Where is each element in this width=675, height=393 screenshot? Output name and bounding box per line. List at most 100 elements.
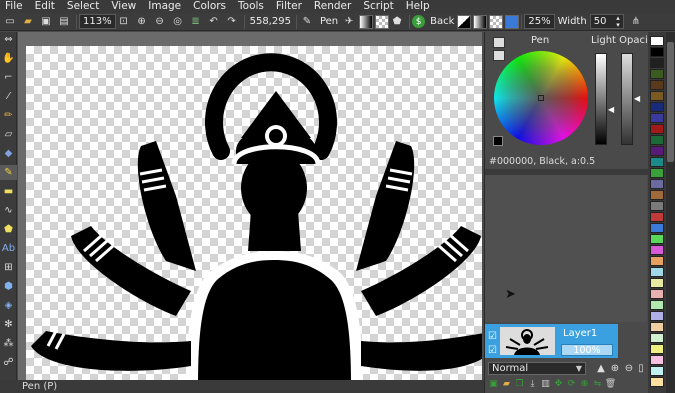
- palette-swatch[interactable]: [650, 36, 664, 46]
- move-tool-icon[interactable]: ⇔: [0, 32, 17, 47]
- delete-layer-icon[interactable]: 🗑: [605, 378, 616, 389]
- palette-swatch[interactable]: [650, 366, 664, 376]
- width-field[interactable]: 50 ▴ ▾: [589, 14, 624, 29]
- palette-swatch[interactable]: [650, 135, 664, 145]
- move-layer-icon[interactable]: ✥: [553, 378, 564, 389]
- menu-image[interactable]: Image: [142, 0, 187, 13]
- palette-swatch[interactable]: [650, 69, 664, 79]
- open-layer-icon[interactable]: ▰: [501, 378, 512, 389]
- fill-gradient-icon[interactable]: [473, 14, 488, 29]
- image-canvas[interactable]: [26, 46, 482, 380]
- open-folder-icon[interactable]: ▰: [20, 14, 36, 30]
- opacity-marker-icon[interactable]: ◀: [634, 94, 640, 103]
- palette-swatch[interactable]: [650, 300, 664, 310]
- menu-render[interactable]: Render: [308, 0, 357, 13]
- palette-swatch[interactable]: [650, 80, 664, 90]
- clone-tool-icon[interactable]: ✻: [0, 317, 17, 332]
- fill-bw-icon[interactable]: [457, 14, 472, 29]
- palette-swatch[interactable]: [650, 58, 664, 68]
- palette-swatch[interactable]: [650, 168, 664, 178]
- palette-scrollbar[interactable]: [666, 32, 675, 393]
- palette-swatch[interactable]: [650, 47, 664, 57]
- palette-swatch[interactable]: [650, 212, 664, 222]
- curve-tool-icon[interactable]: ∿: [0, 203, 17, 218]
- palette-swatch[interactable]: [650, 146, 664, 156]
- menu-file[interactable]: File: [0, 0, 29, 13]
- pen-tool-icon[interactable]: ✎: [0, 165, 17, 180]
- menu-select[interactable]: Select: [61, 0, 105, 13]
- brush-zoom-field[interactable]: 25%: [524, 14, 555, 29]
- lightness-marker-icon[interactable]: ◀: [608, 105, 614, 114]
- color-tab-pen[interactable]: Pen: [531, 35, 549, 46]
- color-wheel-cursor[interactable]: [538, 95, 544, 101]
- back-button[interactable]: $ Back: [412, 15, 457, 28]
- palette-options-icon[interactable]: [493, 37, 505, 48]
- fill-tool-icon[interactable]: ◆: [0, 146, 17, 161]
- text-tool-icon[interactable]: Ab: [0, 241, 17, 256]
- palette-swatch[interactable]: [650, 333, 664, 343]
- blend-mode-select[interactable]: Normal ▼: [488, 362, 586, 375]
- palette-swatch[interactable]: [650, 256, 664, 266]
- magic-wand-icon[interactable]: ⬢: [0, 279, 17, 294]
- current-color-swatch[interactable]: [493, 136, 503, 146]
- gradient-mode-icon[interactable]: [359, 14, 374, 29]
- palette-swatch[interactable]: [650, 179, 664, 189]
- polygon-tool-icon[interactable]: ⬟: [0, 222, 17, 237]
- palette-swatch[interactable]: [650, 267, 664, 277]
- brush-tool-icon[interactable]: ⁄: [0, 89, 17, 104]
- palette-swatch[interactable]: [650, 223, 664, 233]
- palette-swatch[interactable]: [650, 344, 664, 354]
- add-layer-icon[interactable]: ▣: [488, 378, 499, 389]
- palette-swatch[interactable]: [650, 113, 664, 123]
- brush-shape-icon[interactable]: ⬟: [389, 14, 405, 30]
- menu-edit[interactable]: Edit: [29, 0, 61, 13]
- layer-visibility-icon[interactable]: ☑ ☑: [488, 330, 497, 358]
- menu-filter[interactable]: Filter: [270, 0, 308, 13]
- menu-script[interactable]: Script: [357, 0, 399, 13]
- zoom-out-icon[interactable]: ⊖: [152, 14, 168, 30]
- selection-tool-icon[interactable]: ⊞: [0, 260, 17, 275]
- color-picker-icon[interactable]: ⌐: [0, 70, 17, 85]
- eraser-tool-icon[interactable]: ▱: [0, 127, 17, 142]
- palette-swatch[interactable]: [650, 124, 664, 134]
- palette-swatch[interactable]: [650, 289, 664, 299]
- menu-tools[interactable]: Tools: [232, 0, 270, 13]
- zoom-field[interactable]: 113%: [79, 14, 116, 29]
- zoom-in-icon[interactable]: ⊕: [134, 14, 150, 30]
- menu-colors[interactable]: Colors: [187, 0, 232, 13]
- brush-mode-icon[interactable]: ✈: [341, 14, 357, 30]
- layer-opacity-field[interactable]: 100%: [561, 344, 613, 356]
- palette-swatch[interactable]: [650, 355, 664, 365]
- palette-swatch[interactable]: [650, 190, 664, 200]
- rectangle-tool-icon[interactable]: ▬: [0, 184, 17, 199]
- save-as-icon[interactable]: ▤: [56, 14, 72, 30]
- palette-scroll-thumb[interactable]: [667, 42, 674, 162]
- menu-help[interactable]: Help: [400, 0, 436, 13]
- shape-options-icon[interactable]: ⋔: [628, 14, 644, 30]
- canvas-area[interactable]: [18, 32, 482, 380]
- redo-icon[interactable]: ↷: [224, 14, 240, 30]
- layer-trash-icon[interactable]: ▯: [633, 360, 649, 376]
- smudge-tool-icon[interactable]: ☍: [0, 355, 17, 370]
- palette-swatch[interactable]: [650, 102, 664, 112]
- fill-texture-icon[interactable]: [505, 14, 520, 29]
- palette-swatch[interactable]: [650, 278, 664, 288]
- palette-swatch[interactable]: [650, 91, 664, 101]
- spin-arrows-icon[interactable]: ▴ ▾: [616, 14, 620, 29]
- menu-view[interactable]: View: [105, 0, 142, 13]
- flip-layer-icon[interactable]: ⇋: [592, 378, 603, 389]
- duplicate-layer-icon[interactable]: ❐: [514, 378, 525, 389]
- palette-swatch[interactable]: [650, 311, 664, 321]
- zoom-fit-icon[interactable]: ⊡: [116, 14, 132, 30]
- palette-swatch[interactable]: [650, 377, 664, 387]
- rotate-layer-icon[interactable]: ⟳: [566, 378, 577, 389]
- palette-swatch[interactable]: [650, 157, 664, 167]
- layer-props-icon[interactable]: ▥: [540, 378, 551, 389]
- undo-icon[interactable]: ↶: [206, 14, 222, 30]
- palette-swatch[interactable]: [650, 234, 664, 244]
- transparent-mode-icon[interactable]: [375, 14, 390, 29]
- color-swap-icon[interactable]: [493, 50, 505, 61]
- phong-tool-icon[interactable]: ⁂: [0, 336, 17, 351]
- zoom-reset-icon[interactable]: ◎: [170, 14, 186, 30]
- palette-swatch[interactable]: [650, 322, 664, 332]
